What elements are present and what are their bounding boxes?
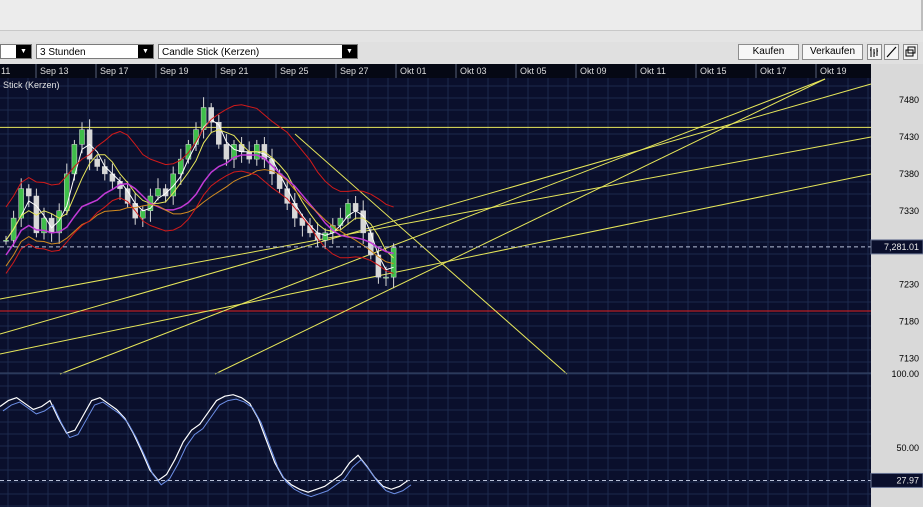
chart-type-value: Candle Stick (Kerzen) <box>162 47 260 58</box>
x-tick-label: Okt 15 <box>700 66 727 76</box>
osc-tick-label: 100.00 <box>891 369 919 379</box>
x-tick-label: Sep 13 <box>40 66 69 76</box>
price-tick-label: 7330 <box>899 206 919 216</box>
x-tick-label: 11 <box>1 66 10 76</box>
price-tick-label: 7180 <box>899 316 919 326</box>
time-axis <box>0 64 871 78</box>
candle-body <box>223 144 230 160</box>
candle-body <box>383 276 389 279</box>
legend-label: Stick (Kerzen) <box>3 80 60 90</box>
osc-current-marker-label: 27.97 <box>896 475 919 485</box>
chevron-down-icon[interactable]: ▼ <box>342 45 357 58</box>
chart-toolbar: ▼ 3 Stunden ▼ Candle Stick (Kerzen) ▼ Ka… <box>0 42 923 64</box>
chart-background <box>0 64 923 507</box>
candle-body <box>26 188 32 197</box>
left-selector[interactable]: ▼ <box>0 44 32 59</box>
interval-select[interactable]: 3 Stunden ▼ <box>36 44 154 59</box>
candle-body <box>94 158 100 167</box>
x-tick-label: Sep 17 <box>100 66 129 76</box>
x-tick-label: Sep 19 <box>160 66 189 76</box>
draw-line-icon[interactable] <box>884 44 899 60</box>
buy-button[interactable]: Kaufen <box>738 44 799 60</box>
x-tick-label: Okt 01 <box>400 66 427 76</box>
candle-body <box>18 188 24 219</box>
sell-button[interactable]: Verkaufen <box>802 44 863 60</box>
price-tick-label: 7430 <box>899 132 919 142</box>
interval-value: 3 Stunden <box>40 47 86 58</box>
bars-icon[interactable] <box>867 44 882 60</box>
x-tick-label: Sep 27 <box>340 66 369 76</box>
x-tick-label: Okt 17 <box>760 66 787 76</box>
price-tick-label: 7230 <box>899 280 919 290</box>
osc-tick-label: 50.00 <box>896 443 919 453</box>
price-tick-label: 7130 <box>899 353 919 363</box>
chevron-down-icon[interactable]: ▼ <box>16 45 31 58</box>
x-tick-label: Sep 21 <box>220 66 249 76</box>
chart-type-select[interactable]: Candle Stick (Kerzen) ▼ <box>158 44 358 59</box>
x-tick-label: Sep 25 <box>280 66 309 76</box>
candle-body <box>337 217 344 226</box>
price-tick-label: 7380 <box>899 169 919 179</box>
x-tick-label: Okt 19 <box>820 66 847 76</box>
x-tick-label: Okt 03 <box>460 66 487 76</box>
candle-body <box>3 240 9 242</box>
x-tick-label: Okt 09 <box>580 66 607 76</box>
candle-body <box>155 188 161 197</box>
window-top-area <box>0 0 923 31</box>
chevron-down-icon[interactable]: ▼ <box>138 45 153 58</box>
current-price-marker-label: 7,281.01 <box>884 242 919 252</box>
price-chart: 11 Sep 13 Sep 17 Sep 19 Sep 21 Sep 25 Sep 27 Ok… <box>0 64 923 507</box>
x-tick-labels: 11 Sep 13 Sep 17 Sep 19 Sep 21 Sep 25 Sep 27 Ok… <box>1 64 847 78</box>
price-tick-label: 7480 <box>899 95 919 105</box>
x-tick-label: Okt 05 <box>520 66 547 76</box>
x-tick-label: Okt 11 <box>640 66 666 76</box>
window-restore-icon[interactable] <box>903 44 918 60</box>
candle-body <box>79 129 85 145</box>
candle-body <box>352 203 359 211</box>
candle-body <box>185 144 192 160</box>
candle-body <box>322 232 328 241</box>
candle-body <box>140 210 146 219</box>
